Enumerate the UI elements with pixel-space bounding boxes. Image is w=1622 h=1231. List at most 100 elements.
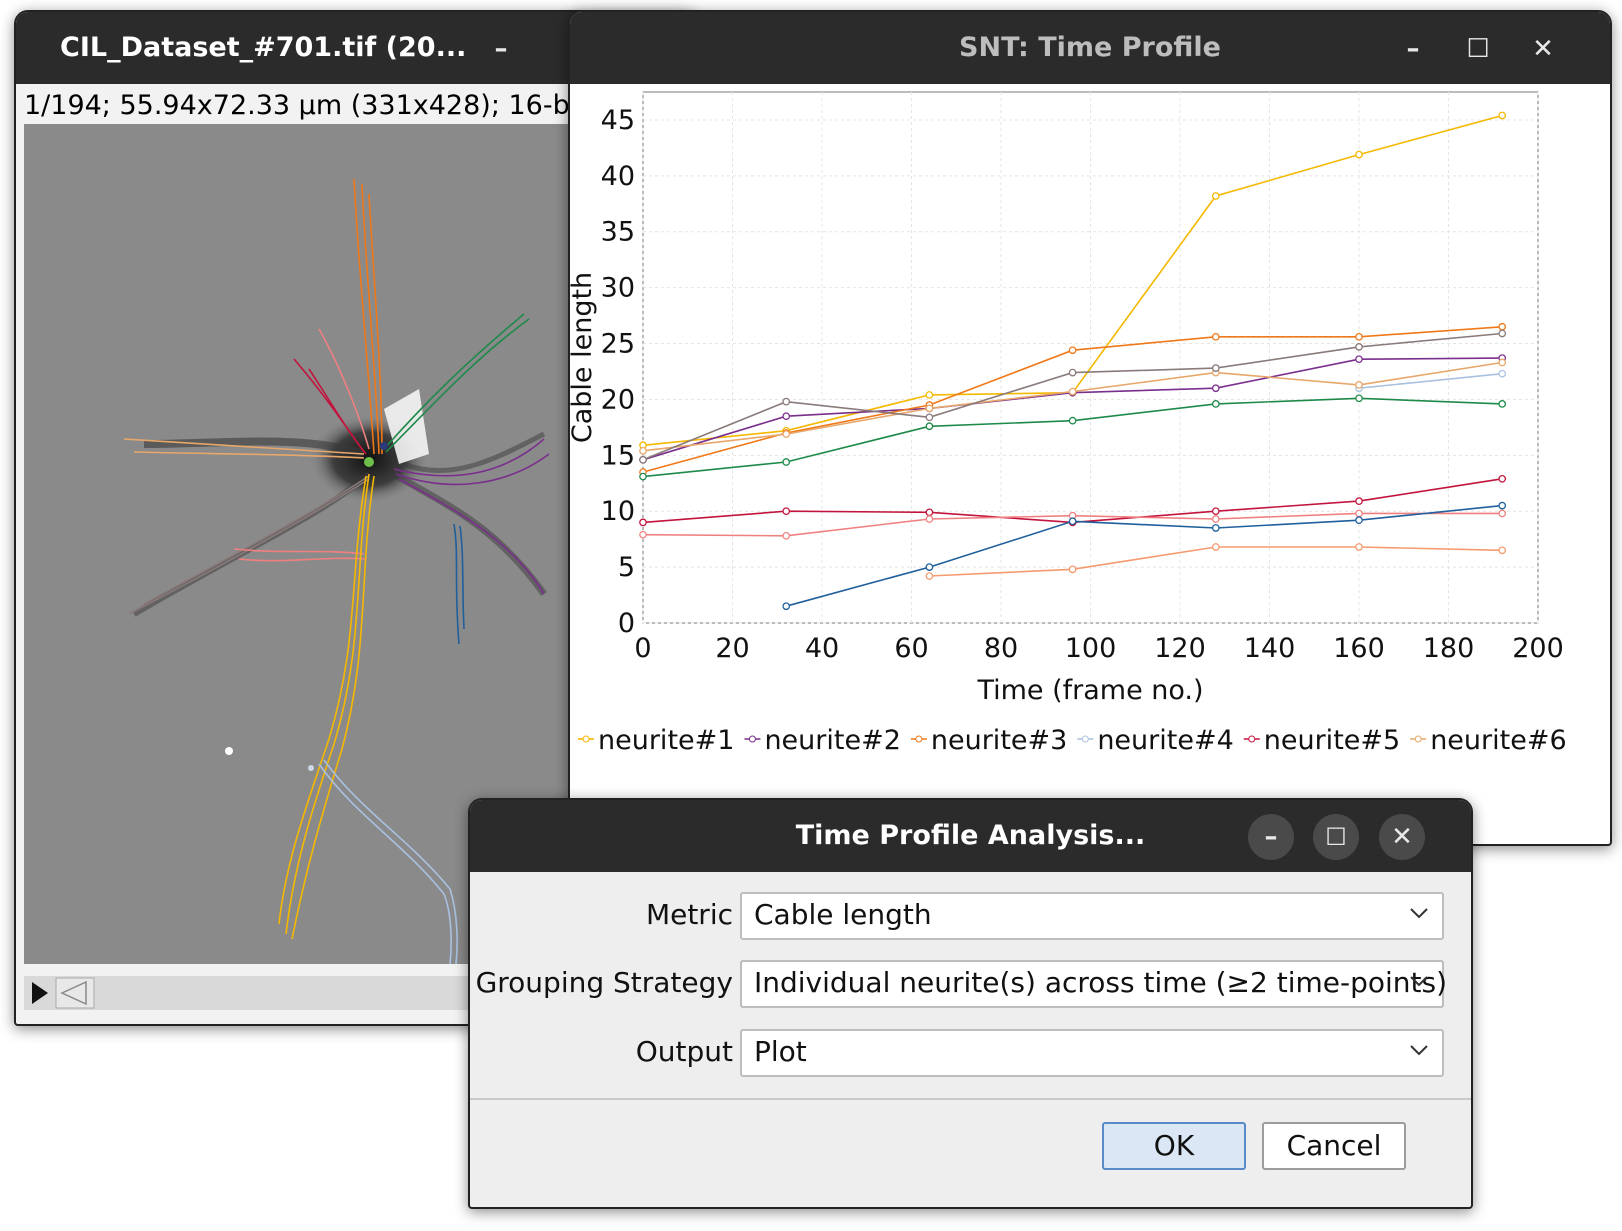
data-point[interactable] [1355,497,1363,505]
time-profile-title: SNT: Time Profile [959,32,1221,63]
data-point[interactable] [1211,524,1220,532]
data-point[interactable] [782,458,791,466]
data-point[interactable] [782,602,791,611]
data-point[interactable] [925,572,934,580]
data-point[interactable] [1211,332,1220,341]
minimize-icon[interactable]: – [1390,26,1436,72]
data-point[interactable] [1211,364,1220,372]
time-profile-titlebar[interactable]: SNT: Time Profile – ☐ ✕ [570,12,1610,84]
minimize-icon[interactable]: – [1248,814,1294,860]
data-point[interactable] [1068,565,1077,574]
y-tick-label: 20 [601,384,635,415]
data-point[interactable] [925,413,934,422]
data-point[interactable] [1355,355,1363,364]
minimize-icon[interactable]: – [478,26,524,72]
output-label: Output [635,1035,733,1068]
dialog-titlebar[interactable]: Time Profile Analysis... – ☐ ✕ [470,800,1471,872]
close-icon[interactable]: ✕ [1520,26,1566,72]
legend-label: neurite#6 [1430,725,1566,756]
output-value: Plot [754,1035,807,1068]
dialog-separator [470,1098,1471,1100]
data-point[interactable] [1211,543,1220,551]
maximize-icon[interactable]: ☐ [1313,814,1359,860]
data-point[interactable] [1498,501,1507,510]
chevron-down-icon [1410,976,1428,987]
x-axis-label: Time (frame no.) [976,675,1203,706]
data-point[interactable] [782,397,791,406]
legend-marker [1414,735,1422,743]
data-point[interactable] [639,530,647,539]
y-tick-label: 0 [618,608,635,639]
data-point[interactable] [1355,381,1363,389]
time-profile-chart[interactable]: 0 20 40 60 80 100 120 140 160 180 200 0 5 10 15 20 25 30 3… [570,84,1610,844]
y-tick-label: 10 [601,496,635,527]
data-point[interactable] [639,455,647,464]
data-point[interactable] [639,472,647,481]
data-point[interactable] [782,507,791,516]
data-point[interactable] [925,508,934,517]
ok-button[interactable]: OK [1102,1122,1246,1170]
data-point[interactable] [925,515,934,523]
data-point[interactable] [1068,368,1077,377]
data-point[interactable] [1211,507,1220,516]
data-point[interactable] [1068,387,1077,396]
data-point[interactable] [1355,516,1363,525]
maximize-icon[interactable]: ☐ [1455,26,1501,72]
data-point[interactable] [1355,394,1363,403]
data-point[interactable] [925,404,934,413]
y-axis-label: Cable length [570,272,598,443]
x-tick-label: 180 [1423,633,1475,664]
metric-select[interactable]: Cable length [740,892,1444,940]
image-info-bar: 1/194; 55.94x72.33 µm (331x428); 16-bi [24,90,578,121]
grouping-strategy-label: Grouping Strategy [475,966,733,999]
x-tick-label: 80 [984,633,1018,664]
close-icon[interactable]: ✕ [1379,814,1425,860]
data-point[interactable] [1355,332,1363,341]
x-tick-label: 200 [1512,633,1564,664]
data-point[interactable] [1211,384,1220,393]
data-point[interactable] [1211,192,1220,200]
image-window-title: CIL_Dataset_#701.tif (20... [60,32,467,63]
data-point[interactable] [1498,509,1507,518]
data-point[interactable] [1068,517,1077,526]
data-point[interactable] [1068,416,1077,425]
output-select[interactable]: Plot [740,1029,1444,1077]
data-point[interactable] [1068,346,1077,355]
data-point[interactable] [1355,150,1363,159]
data-point[interactable] [782,531,791,540]
data-point[interactable] [782,412,791,421]
grouping-strategy-value: Individual neurite(s) across time (≥2 ti… [754,966,1448,999]
data-point[interactable] [1498,546,1507,555]
x-tick-label: 160 [1333,633,1385,664]
x-tick-label: 0 [634,633,651,664]
data-point[interactable] [1355,343,1363,351]
data-point[interactable] [925,422,934,431]
grouping-strategy-select[interactable]: Individual neurite(s) across time (≥2 ti… [740,960,1448,1008]
data-point[interactable] [1498,111,1507,120]
data-point[interactable] [1355,509,1363,518]
y-tick-label: 45 [601,105,635,136]
data-point[interactable] [925,391,934,399]
legend-label: neurite#3 [931,725,1067,756]
y-tick-label: 40 [601,161,635,192]
chevron-down-icon [1410,908,1428,919]
data-point[interactable] [1498,474,1507,483]
data-point[interactable] [1211,515,1220,523]
play-icon[interactable] [32,982,48,1004]
legend-marker [1081,735,1089,743]
data-point[interactable] [1355,543,1363,551]
time-profile-window: SNT: Time Profile – ☐ ✕ 0 20 40 60 80 100 120 1… [568,10,1612,846]
data-point[interactable] [925,563,934,571]
data-point[interactable] [1498,329,1507,338]
data-point[interactable] [1211,400,1220,408]
data-point[interactable] [1498,322,1507,331]
cancel-button[interactable]: Cancel [1262,1122,1406,1170]
data-point[interactable] [639,446,647,455]
data-point[interactable] [1498,400,1507,408]
data-point[interactable] [1498,369,1507,378]
data-point[interactable] [1498,358,1507,367]
legend-marker [1248,735,1256,743]
y-tick-label: 30 [601,273,635,304]
data-point[interactable] [782,430,791,438]
data-point[interactable] [639,518,647,527]
